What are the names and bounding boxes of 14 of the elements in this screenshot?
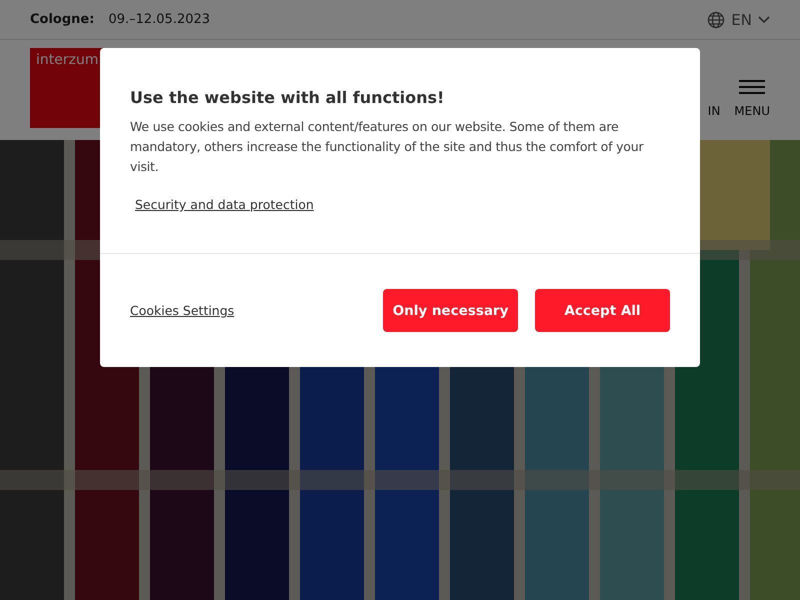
dialog-title: Use the website with all functions!	[130, 88, 444, 107]
menu-label[interactable]: MENU	[734, 104, 770, 118]
only-necessary-button[interactable]: Only necessary	[383, 289, 518, 332]
location-label: Cologne:	[30, 12, 94, 27]
privacy-link[interactable]: Security and data protection	[135, 197, 314, 212]
menu-icon[interactable]	[739, 80, 766, 94]
dialog-text: We use cookies and external content/features on our website. Some of them are mandatory, others increase the functionality of the site and thus the comfort of your visit.	[130, 118, 645, 176]
caret-icon[interactable]	[758, 16, 770, 24]
language-selector[interactable]: EN	[731, 10, 752, 28]
event-dates: 09.–12.05.2023	[108, 12, 210, 27]
accept-all-button[interactable]: Accept All	[535, 289, 670, 332]
cookie-settings-link[interactable]: Cookies Settings	[130, 303, 234, 318]
globe-icon[interactable]	[707, 10, 726, 28]
login-link[interactable]: IN	[708, 104, 720, 118]
